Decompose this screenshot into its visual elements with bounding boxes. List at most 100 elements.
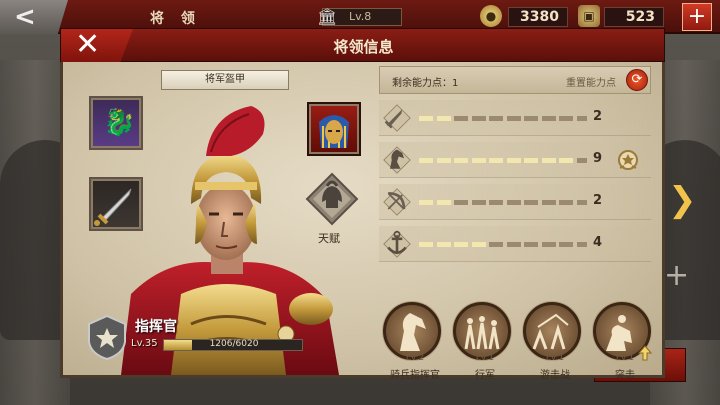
pharaoh-mask-slot[interactable] xyxy=(307,102,361,156)
stat-bar-segment xyxy=(506,158,521,163)
stat-bar-segment xyxy=(436,158,451,163)
stat-bar-segment xyxy=(506,200,521,205)
screen-title: 将 领 xyxy=(150,11,201,27)
sword-icon[interactable] xyxy=(383,104,411,132)
stat-bar-segment xyxy=(471,200,486,205)
stat-bar-segment xyxy=(454,242,468,247)
skill-icon[interactable]: Lv.1 行军 xyxy=(453,302,511,381)
skill-level: Lv.2 xyxy=(405,353,425,363)
stat-row: 2 xyxy=(379,184,651,220)
stat-bar-segment xyxy=(524,200,538,205)
stat-bar-segment xyxy=(454,116,468,121)
stat-bar-segment xyxy=(524,116,538,121)
stat-bar-segment xyxy=(524,242,538,247)
stat-bar-segment xyxy=(419,200,433,205)
stat-bar-segment xyxy=(524,158,538,163)
anchor-icon[interactable] xyxy=(383,230,411,258)
general-armor-slot[interactable]: 将军盔甲 xyxy=(161,70,289,90)
stat-bar-segment xyxy=(559,158,573,163)
ability-points-row: 剩余能力点：1 重置能力点 ⟳ xyxy=(379,66,651,94)
stat-bar-segment xyxy=(489,242,503,247)
stat-value: 9 xyxy=(593,151,603,166)
skill-name: 游击战 xyxy=(540,370,570,381)
xp-text: 1206/6020 xyxy=(209,339,259,349)
stat-bar-segment xyxy=(419,158,433,163)
background-plus-icon: + xyxy=(664,258,690,293)
stat-bar-segment xyxy=(576,242,587,247)
coin-counter: 3380 xyxy=(508,7,568,27)
stat-bar-segment xyxy=(436,200,451,205)
xp-bar: 1206/6020 xyxy=(163,339,303,351)
stat-bar xyxy=(419,200,587,205)
stat-bar-segment xyxy=(436,242,451,247)
dagger-item-slot[interactable] xyxy=(89,177,143,231)
skill-name: 行军 xyxy=(475,370,495,381)
dagger-icon xyxy=(94,188,132,226)
stat-bar-segment xyxy=(471,116,486,121)
skill-level: Lv.1 xyxy=(545,353,565,363)
stat-bar xyxy=(419,242,587,247)
skill-icon[interactable]: Lv.1 突击 xyxy=(593,302,653,381)
stat-bar-segment xyxy=(419,242,433,247)
add-resource-button[interactable]: + xyxy=(682,3,712,31)
star-medal-icon xyxy=(615,148,641,174)
food-icon: ▣ xyxy=(578,5,600,27)
stat-bar-segment xyxy=(541,242,556,247)
rank-badge-icon xyxy=(88,314,126,360)
stat-bar-segment xyxy=(506,242,521,247)
talent-icon[interactable] xyxy=(305,172,359,226)
banner-item-slot[interactable] xyxy=(89,96,143,150)
stat-bar-segment xyxy=(506,116,521,121)
skill-icon[interactable]: Lv.1 游击战 xyxy=(523,302,581,381)
player-level-label: Lv.8 xyxy=(349,10,372,23)
stat-bar-segment xyxy=(454,200,468,205)
stat-bar-segment xyxy=(489,158,503,163)
stat-bar xyxy=(419,116,587,121)
stat-value: 2 xyxy=(593,193,603,208)
stat-bar-segment xyxy=(489,116,503,121)
stat-bar-segment xyxy=(541,116,556,121)
stat-row: 2 xyxy=(379,100,651,136)
ability-points-label: 剩余能力点：1 xyxy=(392,78,459,89)
back-arrow-icon: < xyxy=(14,2,36,32)
commander-info-dialog: 将领信息 ✕ 将军盔甲 🐉 天赋 指挥官 Lv.35 1206/6020 剩余能… xyxy=(60,28,665,381)
skill-level: Lv.1 xyxy=(475,353,495,363)
stat-value: 4 xyxy=(593,235,603,250)
bank-icon: 🏛 xyxy=(317,7,338,26)
dialog-header: 将领信息 ✕ xyxy=(60,28,665,63)
coin-icon: ● xyxy=(480,5,502,27)
stat-bar-segment xyxy=(576,158,587,163)
player-level-box: 🏛 Lv.8 xyxy=(317,7,402,26)
upgrade-arrow-icon xyxy=(637,345,653,361)
commander-level: Lv.35 xyxy=(131,338,158,349)
reset-points-button[interactable]: ⟳ xyxy=(626,69,648,91)
stat-bar-segment xyxy=(489,200,503,205)
stat-bar-segment xyxy=(576,116,587,121)
stat-bar-segment xyxy=(559,242,573,247)
close-button[interactable]: ✕ xyxy=(61,29,133,63)
stat-bar-segment xyxy=(436,116,451,121)
reset-points-label: 重置能力点 xyxy=(566,78,616,89)
stat-bar-segment xyxy=(541,200,556,205)
stat-bar-segment xyxy=(576,200,587,205)
stat-bar xyxy=(419,158,587,163)
refresh-icon: ⟳ xyxy=(631,72,643,87)
food-counter: 523 xyxy=(604,7,664,27)
commander-name: 指挥官 xyxy=(135,319,177,335)
stat-bar-segment xyxy=(541,158,556,163)
pharaoh-mask-icon xyxy=(319,115,349,148)
next-commander-arrow-icon[interactable]: ❯ xyxy=(668,180,697,220)
stat-row: 9 xyxy=(379,142,651,178)
stat-bar-segment xyxy=(419,116,433,121)
talent-label: 天赋 xyxy=(318,232,340,245)
stat-row: 4 xyxy=(379,226,651,262)
skill-name: 骑兵指挥官 xyxy=(390,370,440,381)
stat-value: 2 xyxy=(593,109,603,124)
stat-bar-segment xyxy=(471,158,486,163)
dialog-body: 将军盔甲 天赋 xyxy=(60,62,665,381)
bow-icon[interactable] xyxy=(383,188,411,216)
horse-icon[interactable] xyxy=(383,146,411,174)
skill-name: 突击 xyxy=(615,370,635,381)
skill-icon[interactable]: Lv.2 骑兵指挥官 xyxy=(383,302,441,381)
back-button[interactable]: < xyxy=(0,0,68,34)
